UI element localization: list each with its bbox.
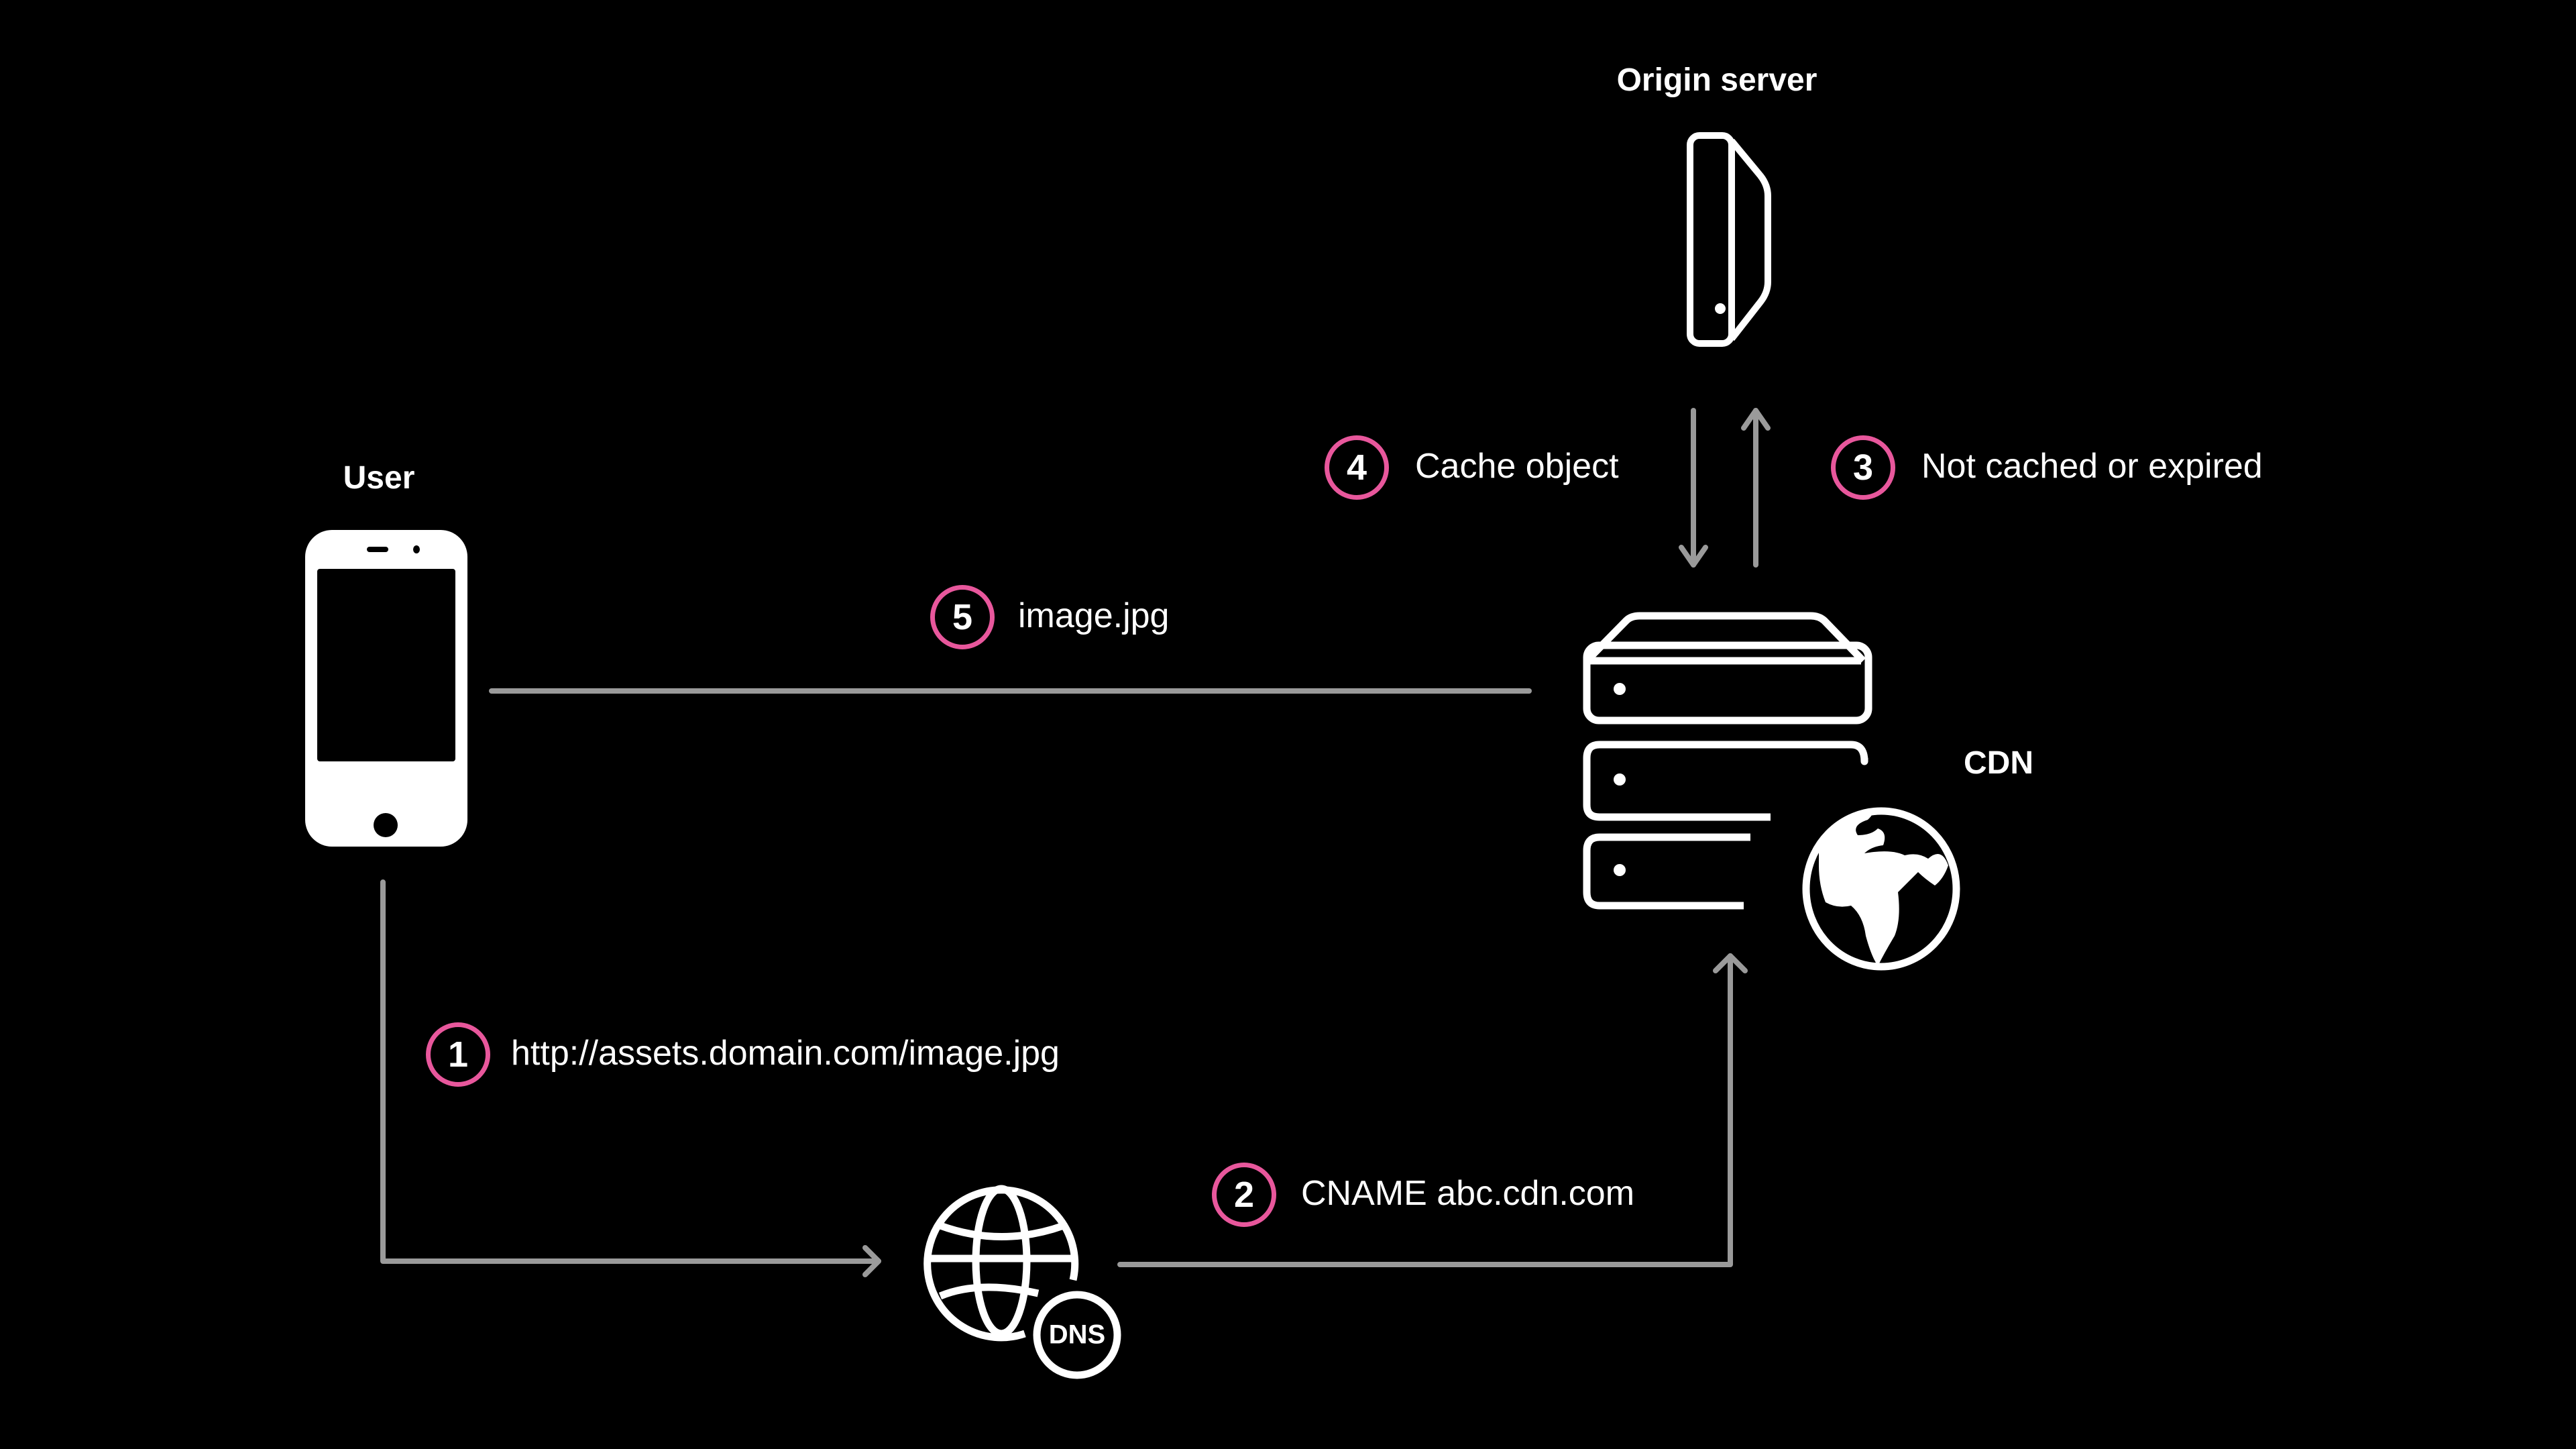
cdn-label: CDN — [1964, 745, 2033, 781]
step-badge-3: 3 — [1831, 435, 1895, 500]
dns-badge-label: DNS — [1048, 1320, 1106, 1350]
origin-server-label: Origin server — [1616, 62, 1817, 98]
server-tower-icon — [1687, 132, 1771, 347]
connector-dns-to-cdn — [1117, 953, 1733, 1267]
step-badge-1: 1 — [426, 1022, 490, 1087]
user-label: User — [343, 460, 415, 496]
diagram-canvas — [305, 132, 1967, 1379]
step-badge-5: 5 — [930, 585, 995, 649]
step-text-3: Not cached or expired — [1921, 447, 2263, 486]
step-text-1: http://assets.domain.com/image.jpg — [511, 1034, 1060, 1073]
smartphone-icon — [305, 530, 467, 847]
step-text-5: image.jpg — [1018, 596, 1170, 635]
earth-globe-icon — [1795, 803, 1967, 975]
step-badge-4: 4 — [1325, 435, 1389, 500]
step-text-2: CNAME abc.cdn.com — [1301, 1174, 1635, 1213]
step-text-4: Cache object — [1415, 447, 1619, 486]
step-badge-2: 2 — [1212, 1163, 1276, 1227]
